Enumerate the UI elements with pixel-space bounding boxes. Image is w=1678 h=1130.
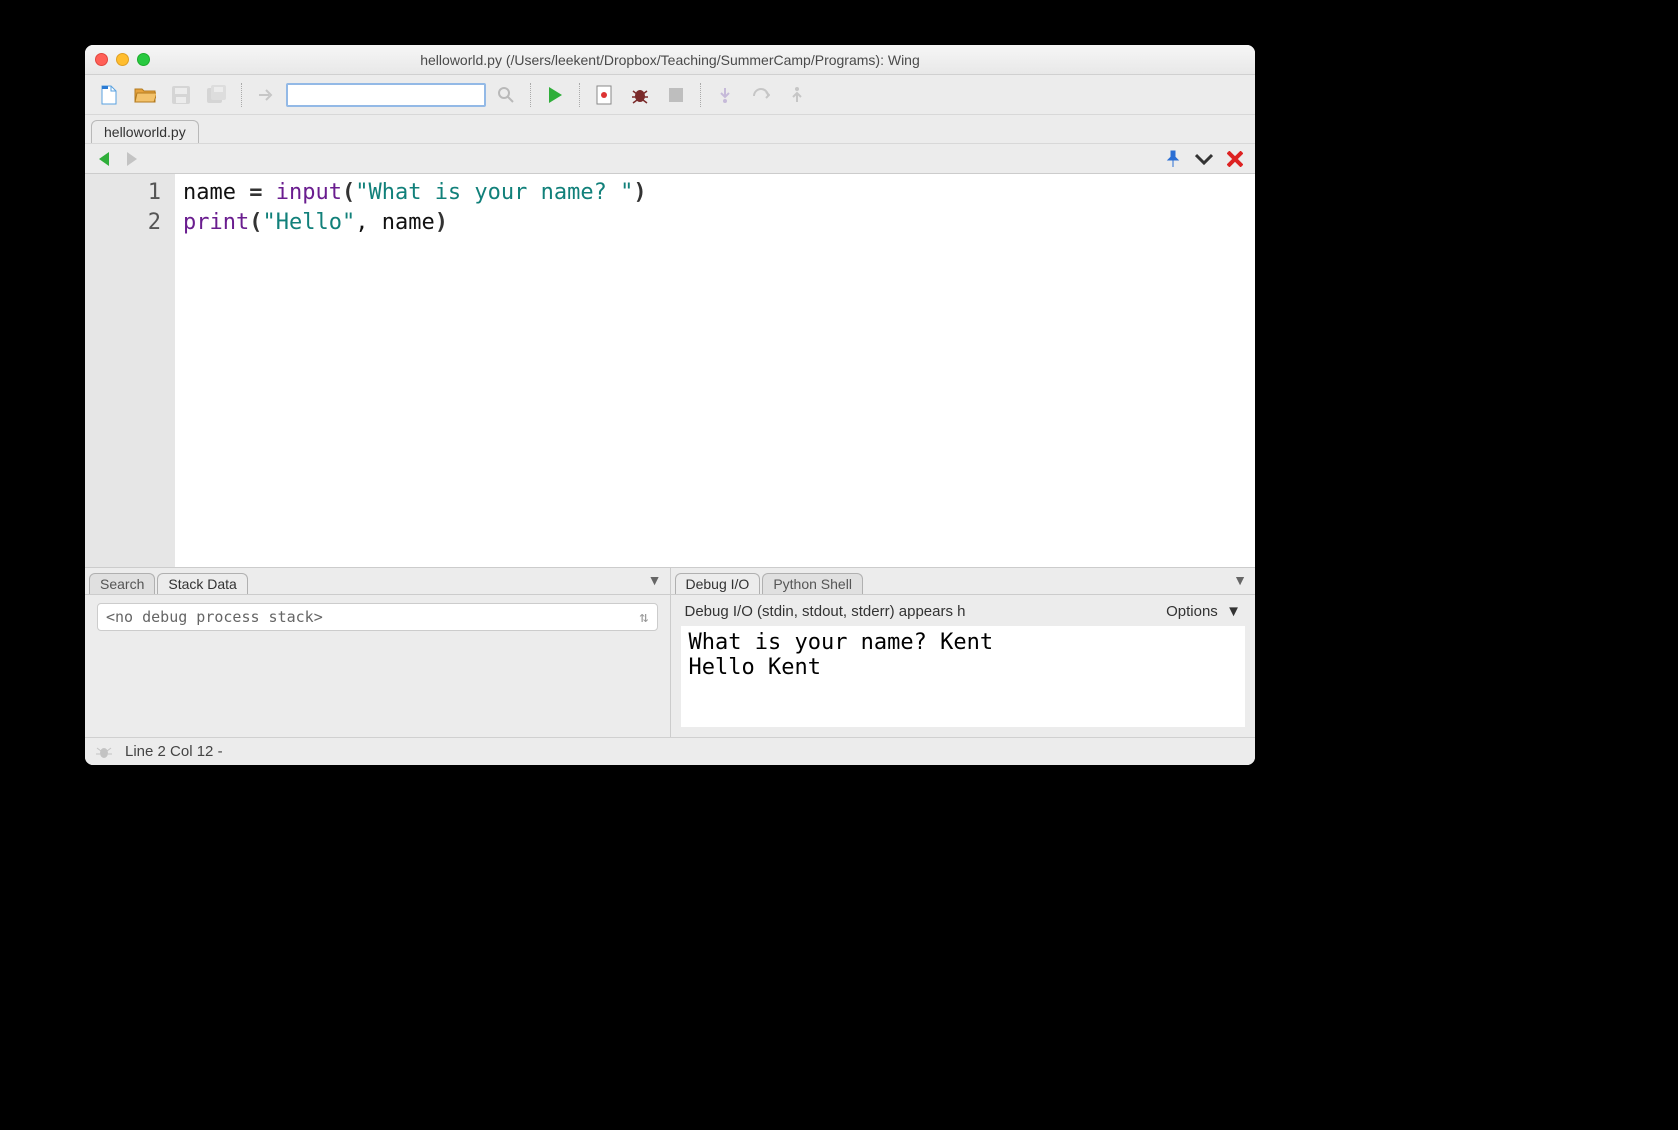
minimize-window-button[interactable] (116, 53, 129, 66)
paren-token: ( (249, 210, 262, 235)
updown-icon: ⇅ (639, 608, 648, 626)
tab-python-shell[interactable]: Python Shell (762, 573, 863, 594)
line-gutter: 1 2 (85, 174, 175, 567)
cursor-position: Line 2 Col 12 - (125, 743, 223, 760)
run-button[interactable] (539, 81, 571, 109)
document-tab[interactable]: helloworld.py (91, 120, 199, 143)
identifier-token: name (382, 210, 435, 235)
save-all-button[interactable] (201, 81, 233, 109)
bug-icon[interactable] (95, 743, 113, 761)
app-window: helloworld.py (/Users/leekent/Dropbox/Te… (85, 45, 1255, 765)
stack-frame-select[interactable]: <no debug process stack> ⇅ (97, 603, 658, 631)
debug-button[interactable] (624, 81, 656, 109)
dropdown-icon[interactable] (1195, 153, 1213, 165)
document-tab-bar: helloworld.py (85, 115, 1255, 143)
right-panel-body: Debug I/O (stdin, stdout, stderr) appear… (671, 594, 1256, 737)
step-into-button[interactable] (709, 81, 741, 109)
traffic-lights (95, 53, 150, 66)
identifier-token: name (183, 180, 236, 205)
new-file-button[interactable] (93, 81, 125, 109)
function-token: print (183, 210, 249, 235)
pin-icon[interactable] (1165, 150, 1181, 168)
operator-token: = (236, 180, 276, 205)
step-out-button[interactable] (781, 81, 813, 109)
open-file-button[interactable] (129, 81, 161, 109)
panel-menu-icon[interactable]: ▼ (648, 572, 662, 588)
right-panel: Debug I/O Python Shell ▼ Debug I/O (stdi… (670, 568, 1256, 737)
nav-back-button[interactable] (97, 151, 111, 167)
editor[interactable]: 1 2 name = input("What is your name? ")p… (85, 173, 1255, 567)
paren-token: ) (633, 180, 646, 205)
paren-token: ) (435, 210, 448, 235)
goto-definition-button[interactable] (250, 81, 282, 109)
toolbar-separator (241, 83, 242, 107)
nav-forward-button[interactable] (125, 151, 139, 167)
step-over-button[interactable] (745, 81, 777, 109)
panel-menu-icon[interactable]: ▼ (1233, 572, 1247, 588)
stop-button[interactable] (660, 81, 692, 109)
debug-io-header: Debug I/O (stdin, stdout, stderr) appear… (675, 599, 1252, 624)
search-button[interactable] (490, 81, 522, 109)
breakpoint-button[interactable] (588, 81, 620, 109)
code-content[interactable]: name = input("What is your name? ")print… (175, 174, 1255, 567)
tab-search[interactable]: Search (89, 573, 155, 594)
search-input[interactable] (286, 83, 486, 107)
tab-debug-io[interactable]: Debug I/O (675, 573, 761, 594)
options-button[interactable]: Options ▼ (1166, 603, 1241, 620)
toolbar-separator (700, 83, 701, 107)
debug-io-description: Debug I/O (stdin, stdout, stderr) appear… (685, 603, 966, 620)
toolbar-separator (530, 83, 531, 107)
debug-io-output[interactable]: What is your name? Kent Hello Kent (681, 626, 1246, 727)
line-number: 1 (85, 178, 161, 208)
window-title: helloworld.py (/Users/leekent/Dropbox/Te… (85, 52, 1255, 68)
left-panel-body: <no debug process stack> ⇅ (85, 594, 670, 737)
stack-placeholder: <no debug process stack> (106, 608, 323, 626)
toolbar (85, 75, 1255, 115)
toolbar-separator (579, 83, 580, 107)
close-window-button[interactable] (95, 53, 108, 66)
code-line: name = input("What is your name? ") (183, 178, 1247, 208)
string-token: "What is your name? " (355, 180, 633, 205)
right-panel-tabs: Debug I/O Python Shell ▼ (671, 568, 1256, 594)
zoom-window-button[interactable] (137, 53, 150, 66)
comma-token: , (355, 210, 382, 235)
left-panel-tabs: Search Stack Data ▼ (85, 568, 670, 594)
status-bar: Line 2 Col 12 - (85, 737, 1255, 765)
titlebar: helloworld.py (/Users/leekent/Dropbox/Te… (85, 45, 1255, 75)
line-number: 2 (85, 208, 161, 238)
close-editor-button[interactable] (1227, 151, 1243, 167)
function-token: input (276, 180, 342, 205)
bottom-panels: Search Stack Data ▼ <no debug process st… (85, 567, 1255, 737)
tab-stack-data[interactable]: Stack Data (157, 573, 247, 594)
string-token: "Hello" (262, 210, 355, 235)
left-panel: Search Stack Data ▼ <no debug process st… (85, 568, 670, 737)
paren-token: ( (342, 180, 355, 205)
save-button[interactable] (165, 81, 197, 109)
editor-nav-bar (85, 143, 1255, 173)
code-line: print("Hello", name) (183, 208, 1247, 238)
